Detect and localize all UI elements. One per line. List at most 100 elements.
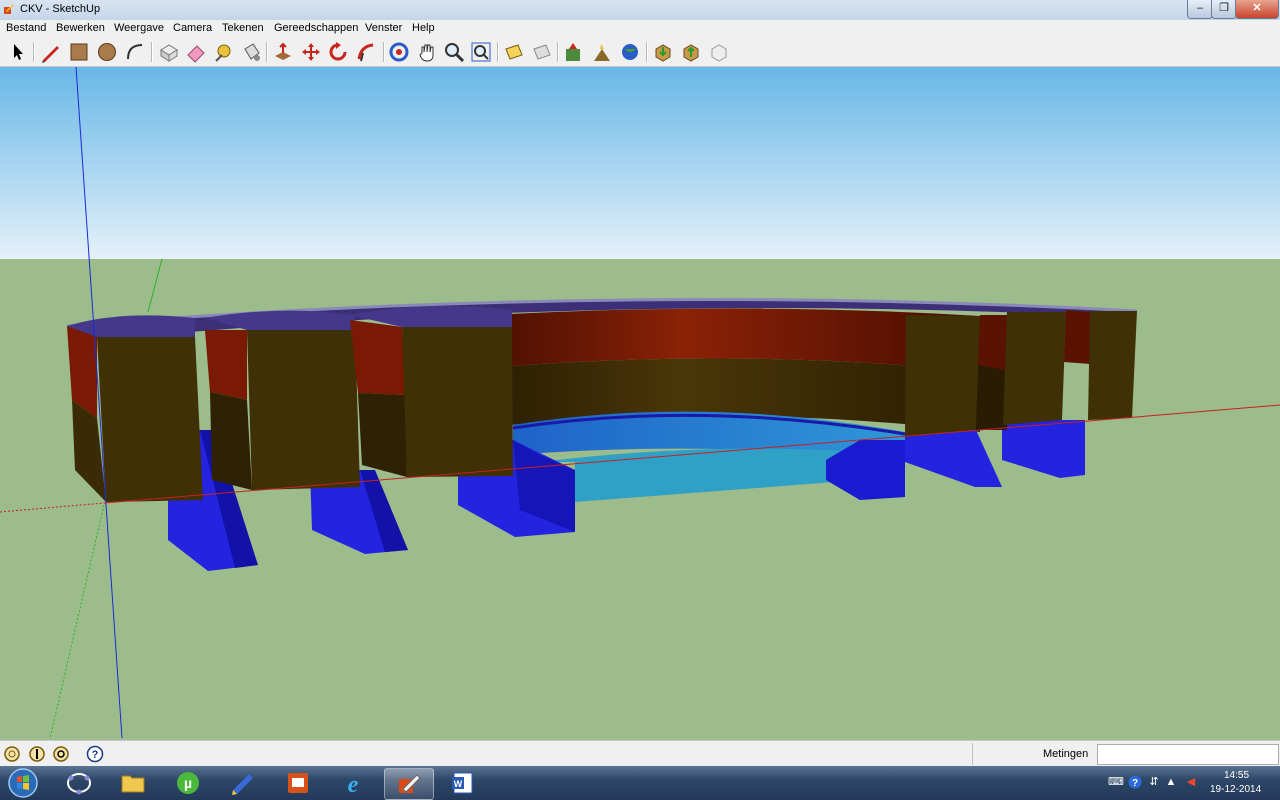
eraser-tool-icon[interactable] (185, 41, 207, 63)
volume-icon[interactable]: ◀ (1184, 775, 1198, 789)
menu-bestand[interactable]: Bestand (6, 22, 46, 34)
next-view-tool-icon[interactable] (531, 41, 553, 63)
block-2-side-red (205, 330, 247, 400)
menu-weergave[interactable]: Weergave (114, 22, 164, 34)
measurements-field[interactable] (1097, 744, 1279, 765)
toolbar-separator (557, 42, 559, 62)
toolbar-separator (646, 42, 648, 62)
preview-google-earth-tool-icon[interactable] (619, 41, 641, 63)
menu-gereedschappen[interactable]: Gereedschappen (274, 22, 358, 34)
orbit-tool-icon[interactable] (388, 41, 410, 63)
internet-explorer-icon: e (348, 772, 359, 796)
pencil-tool-icon[interactable] (40, 41, 62, 63)
block-5-front (1003, 312, 1066, 425)
menu-bewerken[interactable]: Bewerken (56, 22, 105, 34)
taskbar-layout[interactable] (219, 768, 267, 798)
status-bar: ? Metingen (0, 740, 1280, 767)
pan-tool-icon[interactable] (416, 41, 438, 63)
geo-location-icon[interactable] (3, 745, 21, 763)
file-explorer-icon (121, 775, 145, 793)
keyboard-icon[interactable]: ⌨ (1108, 775, 1124, 789)
arc-tool-icon[interactable] (124, 41, 146, 63)
sketchup-layout-icon (232, 774, 253, 795)
block-4-front (905, 315, 980, 437)
toolbar-separator (497, 42, 499, 62)
paint-bucket-tool-icon[interactable] (240, 41, 262, 63)
taskbar-powerpoint[interactable] (274, 768, 322, 798)
powerpoint-icon (288, 773, 308, 793)
maximize-button[interactable]: ❐ (1211, 0, 1237, 19)
taskbar-internet-explorer[interactable]: e (329, 768, 377, 798)
get-models-tool-icon[interactable] (652, 41, 674, 63)
select-tool-icon[interactable] (7, 41, 29, 63)
block-5-red (978, 315, 1007, 370)
minimize-button[interactable]: – (1187, 0, 1213, 19)
taskbar: µ e W ⌨ ? ⇵ ▲ ◀ 14:55 19-12-2014 (0, 766, 1280, 800)
measurements-label: Metingen (1043, 748, 1089, 760)
svg-text:µ: µ (184, 775, 192, 791)
sketchup-icon (399, 774, 421, 793)
toggle-terrain-tool-icon[interactable] (591, 41, 613, 63)
block-6-front (1088, 311, 1137, 420)
svg-text:e: e (348, 772, 359, 796)
window-title: CKV - SketchUp (20, 3, 101, 15)
block-1-front (97, 337, 203, 502)
menu-camera[interactable]: Camera (173, 22, 212, 34)
toolbar-separator (151, 42, 153, 62)
model-viewport[interactable] (0, 67, 1280, 740)
block-3-side-brown (358, 393, 407, 477)
share-component-tool-icon[interactable] (708, 41, 730, 63)
move-tool-icon[interactable] (300, 41, 322, 63)
network-icon[interactable]: ⇵ (1147, 775, 1161, 789)
circle-tool-icon[interactable] (96, 41, 118, 63)
add-location-tool-icon[interactable] (563, 41, 585, 63)
tray-help-icon[interactable]: ? (1128, 775, 1142, 789)
menu-venster[interactable]: Venster (365, 22, 402, 34)
help-icon[interactable]: ? (86, 745, 104, 763)
rotate-tool-icon[interactable] (327, 41, 349, 63)
toolbar (0, 38, 1280, 67)
follow-me-tool-icon[interactable] (355, 41, 377, 63)
make-component-tool-icon[interactable] (158, 41, 180, 63)
sky (0, 67, 1280, 259)
taskbar-word[interactable]: W (439, 768, 487, 798)
svg-text:?: ? (92, 749, 99, 761)
menu-tekenen[interactable]: Tekenen (222, 22, 264, 34)
menu-help[interactable]: Help (412, 22, 435, 34)
title-bar: CKV - SketchUp – ❐ ✕ (0, 0, 1280, 21)
close-button[interactable]: ✕ (1235, 0, 1279, 19)
user-account-icon[interactable] (52, 745, 70, 763)
zoom-extents-tool-icon[interactable] (470, 41, 492, 63)
zoom-tool-icon[interactable] (443, 41, 465, 63)
taskbar-explorer[interactable] (109, 768, 157, 798)
clock-time[interactable]: 14:55 (1224, 770, 1249, 781)
block-2-side-brown (210, 392, 252, 490)
credits-icon[interactable] (28, 745, 46, 763)
block-6-red (1064, 310, 1092, 364)
taskbar-utorrent[interactable]: µ (164, 768, 212, 798)
tape-measure-tool-icon[interactable] (212, 41, 234, 63)
previous-view-tool-icon[interactable] (503, 41, 525, 63)
share-model-tool-icon[interactable] (680, 41, 702, 63)
taskbar-sketchup[interactable] (384, 768, 434, 800)
toolbar-separator (33, 42, 35, 62)
toolbar-separator (383, 42, 385, 62)
show-hidden-icons-icon[interactable]: ▲ (1164, 775, 1178, 789)
menu-bar: Bestand Bewerken Weergave Camera Tekenen… (0, 20, 1280, 38)
block-2-front (247, 330, 360, 490)
block-3-side-red (350, 320, 405, 395)
clock-date[interactable]: 19-12-2014 (1210, 784, 1261, 795)
rectangle-tool-icon[interactable] (68, 41, 90, 63)
start-button-icon[interactable] (6, 767, 40, 799)
taskbar-geogebra[interactable] (55, 768, 103, 798)
svg-text:W: W (454, 779, 463, 789)
word-icon: W (452, 772, 473, 794)
block-3-front (402, 327, 513, 477)
svg-text:?: ? (1132, 778, 1138, 789)
push-pull-tool-icon[interactable] (272, 41, 294, 63)
sketchup-app-icon (4, 4, 14, 14)
toolbar-separator (266, 42, 268, 62)
geogebra-icon (67, 773, 91, 795)
utorrent-icon: µ (177, 772, 199, 794)
model-scene (0, 67, 1280, 740)
